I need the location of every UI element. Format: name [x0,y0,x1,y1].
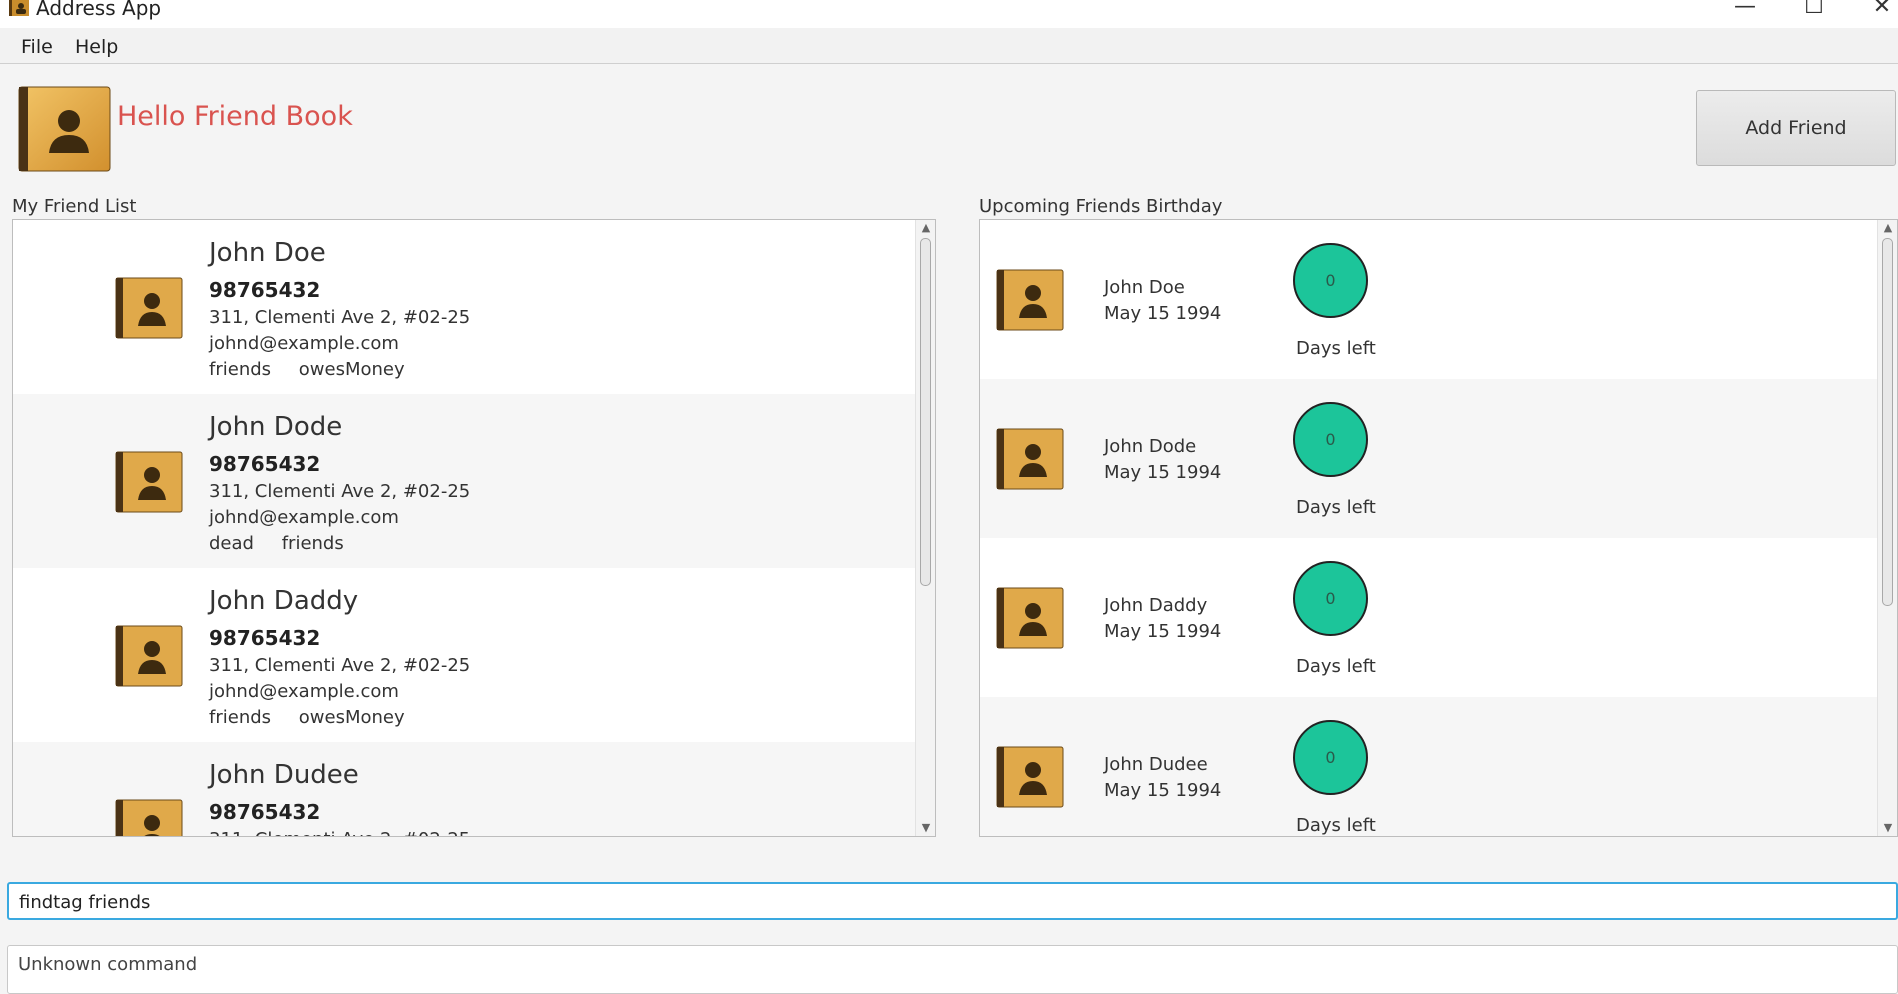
friend-card[interactable]: John Doe 98765432 311, Clementi Ave 2, #… [13,220,915,394]
friend-tags: dead friends [209,533,366,554]
friend-list-panel[interactable]: John Doe 98765432 311, Clementi Ave 2, #… [12,219,936,837]
friend-phone: 98765432 [209,800,321,824]
scroll-down-icon[interactable]: ▼ [916,820,935,836]
tag: owesMoney [298,707,405,728]
address-book-icon [115,625,183,687]
address-book-icon [996,269,1064,331]
add-friend-button[interactable]: Add Friend [1696,90,1896,166]
friend-address: 311, Clementi Ave 2, #02-25 [209,481,471,502]
birthday-name: John Doe [1104,277,1185,298]
tag: friends [209,359,272,380]
friend-list-label: My Friend List [12,196,137,217]
title-bar: Address App — ☐ ✕ [0,0,1898,28]
birthday-name: John Daddy [1104,595,1208,616]
friend-phone: 98765432 [209,626,321,650]
birthday-list-scrollbar[interactable]: ▲ ▼ [1877,220,1897,836]
app-heading: Hello Friend Book [117,101,353,132]
friend-name: John Dode [209,412,343,442]
days-left-label: Days left [1296,656,1376,677]
friend-phone: 98765432 [209,278,321,302]
address-book-icon [996,587,1064,649]
days-left-label: Days left [1296,815,1376,836]
address-book-icon [115,451,183,513]
days-left-circle: 0 [1293,720,1368,795]
friend-address: 311, Clementi Ave 2, #02-25 [209,829,470,836]
command-input[interactable] [19,890,1879,914]
menu-file[interactable]: File [21,36,53,58]
address-book-logo-icon [18,86,111,172]
birthday-row[interactable]: John Daddy May 15 1994 0 Days left [980,538,1879,697]
birthday-date: May 15 1994 [1104,303,1222,324]
tag: friends [281,533,344,554]
birthday-row[interactable]: John Dode May 15 1994 0 Days left [980,379,1879,538]
friend-list-scrollbar[interactable]: ▲ ▼ [915,220,935,836]
friend-card[interactable]: John Dode 98765432 311, Clementi Ave 2, … [13,394,915,568]
app-icon [9,0,29,16]
friend-tags: friends owesMoney [209,359,427,380]
friend-address: 311, Clementi Ave 2, #02-25 [209,655,471,676]
address-book-icon [996,746,1064,808]
friend-address: 311, Clementi Ave 2, #02-25 [209,307,471,328]
birthday-name: John Dudee [1104,754,1208,775]
command-box[interactable] [7,882,1898,920]
birthday-list-label: Upcoming Friends Birthday [979,196,1223,217]
tag: dead [209,533,254,554]
result-display: Unknown command [7,945,1898,994]
menu-help[interactable]: Help [75,36,118,58]
address-book-icon [115,277,183,339]
window-title: Address App [36,0,162,20]
address-book-icon [115,799,183,836]
scroll-thumb[interactable] [920,238,931,586]
friend-card[interactable]: John Daddy 98765432 311, Clementi Ave 2,… [13,568,915,742]
days-left-label: Days left [1296,497,1376,518]
friend-email: johnd@example.com [209,333,399,354]
birthday-name: John Dode [1104,436,1197,457]
friend-name: John Daddy [209,586,359,616]
days-left-circle: 0 [1293,243,1368,318]
maximize-button[interactable]: ☐ [1794,0,1834,22]
menu-bar: File Help [0,28,1898,64]
address-book-icon [996,428,1064,490]
friend-email: johnd@example.com [209,681,399,702]
friend-name: John Doe [209,238,326,268]
birthday-date: May 15 1994 [1104,780,1222,801]
days-left-circle: 0 [1293,561,1368,636]
birthday-date: May 15 1994 [1104,621,1222,642]
scroll-up-icon[interactable]: ▲ [916,220,935,236]
friend-phone: 98765432 [209,452,321,476]
result-text: Unknown command [18,954,198,975]
close-button[interactable]: ✕ [1862,0,1898,22]
scroll-up-icon[interactable]: ▲ [1878,220,1897,236]
friend-card[interactable]: John Dudee 98765432 311, Clementi Ave 2,… [13,742,915,836]
birthday-row[interactable]: John Doe May 15 1994 0 Days left [980,220,1879,379]
days-left-circle: 0 [1293,402,1368,477]
birthday-row[interactable]: John Dudee May 15 1994 0 Days left [980,697,1879,836]
friend-name: John Dudee [209,760,359,790]
birthday-list-panel[interactable]: John Doe May 15 1994 0 Days left John Do… [979,219,1898,837]
friend-email: johnd@example.com [209,507,399,528]
scroll-thumb[interactable] [1882,238,1893,606]
tag: friends [209,707,272,728]
birthday-date: May 15 1994 [1104,462,1222,483]
friend-tags: friends owesMoney [209,707,427,728]
minimize-button[interactable]: — [1725,0,1765,22]
tag: owesMoney [298,359,405,380]
days-left-label: Days left [1296,338,1376,359]
scroll-down-icon[interactable]: ▼ [1878,820,1897,836]
